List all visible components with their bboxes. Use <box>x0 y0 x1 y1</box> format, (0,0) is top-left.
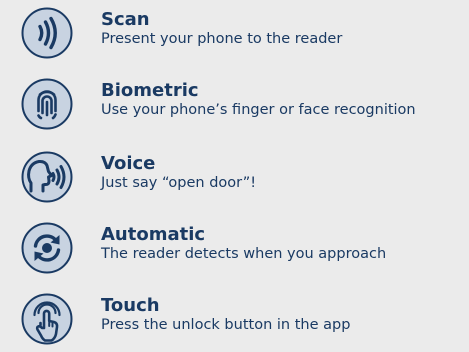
method-title: Automatic <box>101 224 206 245</box>
method-description: Press the unlock button in the app <box>101 317 351 333</box>
method-description: Present your phone to the reader <box>101 31 343 47</box>
touch-hand-icon <box>20 292 74 346</box>
method-scan: Scan Present your phone to the reader <box>0 0 469 66</box>
refresh-arrows-icon <box>20 221 74 275</box>
method-description: Just say “open door”! <box>101 175 257 191</box>
method-automatic: Automatic The reader detects when you ap… <box>0 215 469 281</box>
method-description: The reader detects when you approach <box>101 246 387 262</box>
method-title: Touch <box>101 295 160 316</box>
nfc-waves-icon <box>20 6 74 60</box>
unlock-methods-list: Scan Present your phone to the reader Bi… <box>0 0 469 352</box>
method-voice: Voice Just say “open door”! <box>0 144 469 210</box>
fingerprint-icon <box>20 77 74 131</box>
method-title: Scan <box>101 9 150 30</box>
voice-head-icon <box>20 150 74 204</box>
method-title: Biometric <box>101 80 199 101</box>
method-title: Voice <box>101 153 156 174</box>
method-description: Use your phone’s finger or face recognit… <box>101 102 416 118</box>
method-biometric: Biometric Use your phone’s finger or fac… <box>0 71 469 137</box>
method-touch: Touch Press the unlock button in the app <box>0 286 469 352</box>
